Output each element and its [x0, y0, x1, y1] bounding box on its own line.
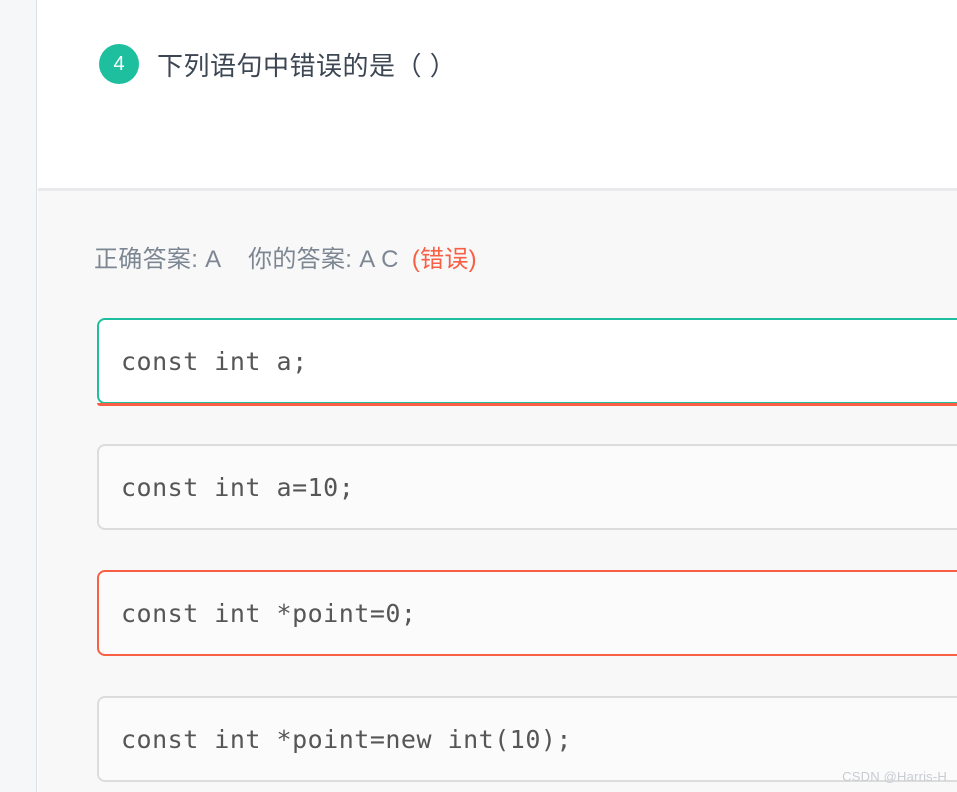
question-header: 4 下列语句中错误的是（ ）	[99, 44, 456, 84]
option-item-a[interactable]: const int a;	[97, 318, 957, 404]
question-number-badge: 4	[99, 44, 139, 84]
answer-summary: 正确答案: A 你的答案: A C (错误)	[94, 239, 477, 274]
quiz-review-page: 4 下列语句中错误的是（ ） 正确答案: A 你的答案: A C (错误) co…	[0, 0, 957, 792]
left-gutter	[0, 0, 37, 792]
option-item-c[interactable]: const int *point=0;	[97, 570, 957, 656]
your-answer-label: 你的答案:	[248, 246, 352, 273]
option-code-d: const int *point=new int(10);	[99, 725, 572, 754]
question-card: 4 下列语句中错误的是（ ）	[38, 0, 957, 188]
option-code-c: const int *point=0;	[99, 599, 416, 628]
option-item-b[interactable]: const int a=10;	[97, 444, 957, 530]
answer-panel: 正确答案: A 你的答案: A C (错误) const int a; cons…	[38, 191, 957, 792]
selected-wrong-marker-a	[97, 403, 957, 406]
verdict-badge: (错误)	[412, 246, 477, 273]
question-title: 下列语句中错误的是（ ）	[157, 46, 456, 83]
watermark: CSDN @Harris-H	[842, 769, 947, 784]
option-code-a: const int a;	[99, 347, 308, 376]
your-answer-value: A C	[359, 246, 399, 273]
options-list: const int a; const int a=10; const int *…	[97, 318, 957, 792]
correct-answer-value: A	[205, 246, 220, 273]
correct-answer-label: 正确答案:	[94, 246, 198, 273]
option-code-b: const int a=10;	[99, 473, 354, 502]
option-item-d[interactable]: const int *point=new int(10);	[97, 696, 957, 782]
